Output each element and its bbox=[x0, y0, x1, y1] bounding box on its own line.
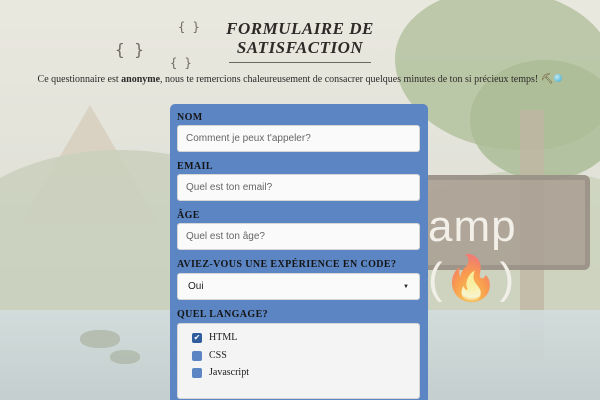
intro-emphasis: anonyme bbox=[121, 74, 161, 85]
name-input[interactable] bbox=[177, 125, 420, 152]
javascript-option-label: Javascript bbox=[209, 367, 249, 378]
css-checkbox[interactable] bbox=[192, 350, 202, 361]
experience-select[interactable]: Oui ▼ bbox=[177, 273, 420, 300]
survey-form: NOM EMAIL ÂGE AVIEZ-VOUS UNE EXPÉRIENCE … bbox=[170, 104, 428, 400]
html-checkbox[interactable]: ✔ bbox=[192, 332, 202, 343]
title-divider bbox=[229, 62, 371, 63]
name-label: NOM bbox=[177, 112, 203, 123]
language-checkbox-group: ✔ HTML CSS Javascript bbox=[177, 323, 420, 399]
intro-suffix: , nous te remercions chaleureusement de … bbox=[160, 74, 539, 85]
background-brace-icon: { } bbox=[170, 56, 192, 70]
language-option-css[interactable]: CSS bbox=[192, 350, 227, 361]
background-brace-icon: { } bbox=[178, 20, 200, 34]
html-option-label: HTML bbox=[209, 332, 238, 343]
language-label: QUEL LANGAGE? bbox=[177, 309, 269, 320]
chevron-down-icon: ▼ bbox=[403, 283, 409, 290]
background-brace-icon: { } bbox=[115, 40, 144, 59]
intro-text: Ce questionnaire est anonyme, nous te re… bbox=[0, 74, 600, 85]
email-label: EMAIL bbox=[177, 161, 213, 172]
css-option-label: CSS bbox=[209, 350, 227, 361]
experience-label: AVIEZ-VOUS UNE EXPÉRIENCE EN CODE? bbox=[177, 259, 397, 270]
experience-selected-value: Oui bbox=[188, 281, 204, 292]
age-input[interactable] bbox=[177, 223, 420, 250]
age-label: ÂGE bbox=[177, 210, 200, 221]
pickaxe-icon: ⛏ bbox=[540, 74, 554, 85]
intro-prefix: Ce questionnaire est bbox=[37, 74, 122, 85]
language-option-javascript[interactable]: Javascript bbox=[192, 367, 249, 378]
email-input[interactable] bbox=[177, 174, 420, 201]
page-title: FORMULAIRE DE SATISFACTION bbox=[226, 19, 374, 57]
language-option-html[interactable]: ✔ HTML bbox=[192, 332, 237, 343]
gem-icon bbox=[554, 74, 563, 82]
checkmark-icon: ✔ bbox=[193, 332, 201, 342]
javascript-checkbox[interactable] bbox=[192, 367, 202, 378]
